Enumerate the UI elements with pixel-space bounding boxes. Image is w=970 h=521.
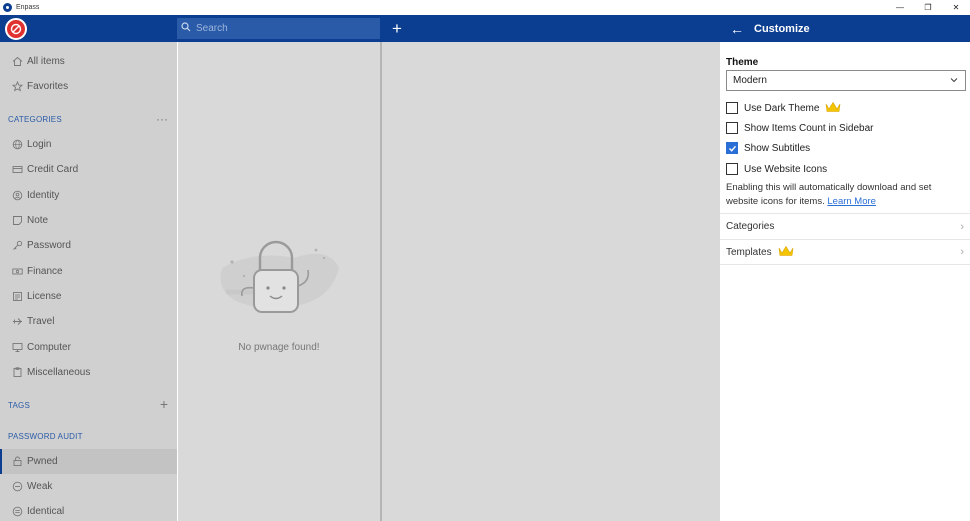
learn-more-link[interactable]: Learn More — [827, 196, 876, 207]
tags-heading: TAGS — [8, 401, 30, 410]
checkmark-icon — [728, 145, 736, 152]
item-list-panel: No pwnage found! — [178, 42, 380, 521]
back-arrow-icon[interactable]: ← — [730, 21, 744, 37]
search-icon — [181, 22, 191, 35]
sidebar-item-finance[interactable]: Finance — [0, 259, 177, 284]
sidebar-item-weak[interactable]: Weak — [0, 474, 177, 499]
misc-icon — [12, 367, 23, 378]
empty-state-message: No pwnage found! — [238, 342, 320, 353]
sidebar-item-label: Computer — [27, 342, 71, 353]
sidebar-item-favorites[interactable]: Favorites — [0, 74, 177, 99]
theme-select-value: Modern — [733, 75, 767, 86]
chevron-right-icon: › — [960, 220, 964, 233]
sidebar-item-label: Finance — [27, 266, 63, 277]
sidebar-item-license[interactable]: License — [0, 284, 177, 309]
sidebar-item-note[interactable]: Note — [0, 208, 177, 233]
sidebar-item-label: Miscellaneous — [27, 367, 91, 378]
premium-crown-icon — [825, 101, 841, 116]
show-subtitles-option[interactable]: Show Subtitles — [726, 140, 810, 156]
show-subtitles-checkbox[interactable] — [726, 142, 738, 154]
sidebar-item-travel[interactable]: Travel — [0, 309, 177, 334]
window-title: Enpass — [16, 4, 40, 11]
categories-heading: CATEGORIES — [8, 115, 62, 124]
templates-row-label: Templates — [726, 246, 772, 258]
sidebar-item-credit-card[interactable]: Credit Card — [0, 157, 177, 182]
app-toolbar: + — [0, 15, 720, 42]
app-logo-icon — [3, 3, 12, 12]
license-icon — [12, 291, 23, 302]
website-icons-note: Enabling this will automatically downloa… — [726, 181, 966, 209]
weak-icon — [12, 481, 23, 492]
globe-icon — [12, 139, 23, 150]
sidebar-item-label: Password — [27, 240, 71, 251]
window-titlebar: Enpass — ❐ ✕ — [0, 0, 970, 15]
sidebar-item-label: Favorites — [27, 81, 69, 92]
add-item-button[interactable]: + — [388, 18, 406, 39]
theme-select[interactable]: Modern — [726, 70, 966, 91]
website-icons-label: Use Website Icons — [744, 163, 828, 175]
sidebar-item-label: Login — [27, 139, 52, 150]
sidebar-item-pwned[interactable]: Pwned — [0, 449, 177, 474]
sidebar-item-computer[interactable]: Computer — [0, 335, 177, 360]
website-icons-option[interactable]: Use Website Icons — [726, 161, 827, 177]
credit-card-icon — [12, 164, 23, 175]
home-icon — [12, 56, 23, 67]
search-box[interactable] — [177, 18, 380, 39]
add-tag-button[interactable]: + — [160, 396, 168, 412]
templates-row[interactable]: Templates › — [720, 239, 970, 265]
items-count-option[interactable]: Show Items Count in Sidebar — [726, 120, 874, 136]
sidebar-item-identity[interactable]: Identity — [0, 183, 177, 208]
sidebar-item-password[interactable]: Password — [0, 233, 177, 258]
sidebar-item-label: Credit Card — [27, 164, 79, 175]
categories-row[interactable]: Categories › — [720, 213, 970, 239]
identity-icon — [12, 190, 23, 201]
items-count-label: Show Items Count in Sidebar — [744, 122, 874, 134]
sidebar-item-label: Identity — [27, 190, 60, 201]
pwned-icon — [12, 456, 23, 467]
dark-theme-option[interactable]: Use Dark Theme — [726, 100, 841, 116]
categories-more-button[interactable]: ··· — [156, 112, 168, 126]
dark-theme-label: Use Dark Theme — [744, 102, 820, 114]
customize-panel: ← Customize Theme Modern Use Dark Theme … — [720, 15, 970, 521]
sidebar-item-label: All items — [27, 56, 65, 67]
sidebar-item-label: Travel — [27, 316, 55, 327]
plane-icon — [12, 316, 23, 327]
customize-header: ← Customize — [720, 15, 970, 42]
password-audit-heading: PASSWORD AUDIT — [8, 432, 83, 441]
identical-icon — [12, 506, 23, 517]
note-icon — [12, 215, 23, 226]
finance-icon — [12, 266, 23, 277]
enpass-logo-icon[interactable] — [5, 18, 27, 40]
key-icon — [12, 240, 23, 251]
chevron-down-icon — [949, 75, 959, 88]
chevron-right-icon: › — [960, 246, 964, 258]
item-detail-panel — [382, 42, 720, 521]
close-button[interactable]: ✕ — [938, 0, 970, 15]
show-subtitles-label: Show Subtitles — [744, 142, 811, 154]
sidebar-item-label: Weak — [27, 481, 53, 492]
sidebar-item-all-items[interactable]: All items — [0, 49, 177, 74]
customize-title: Customize — [754, 22, 810, 35]
search-input[interactable] — [196, 23, 366, 34]
sidebar-item-label: Identical — [27, 506, 65, 517]
website-icons-checkbox[interactable] — [726, 163, 738, 175]
lock-illustration-icon — [214, 238, 344, 325]
monitor-icon — [12, 342, 23, 353]
sidebar: All items Favorites CATEGORIES ··· Login… — [0, 42, 177, 521]
sidebar-item-miscellaneous[interactable]: Miscellaneous — [0, 360, 177, 385]
theme-label: Theme — [726, 57, 759, 68]
items-count-checkbox[interactable] — [726, 122, 738, 134]
sidebar-item-label: Pwned — [27, 456, 58, 467]
sidebar-item-label: Note — [27, 215, 49, 226]
categories-row-label: Categories — [726, 221, 775, 232]
dark-theme-checkbox[interactable] — [726, 102, 738, 114]
sidebar-item-login[interactable]: Login — [0, 132, 177, 157]
star-icon — [12, 81, 23, 92]
sidebar-item-identical[interactable]: Identical — [0, 499, 177, 521]
premium-crown-icon — [778, 245, 794, 260]
sidebar-item-label: License — [27, 291, 62, 302]
